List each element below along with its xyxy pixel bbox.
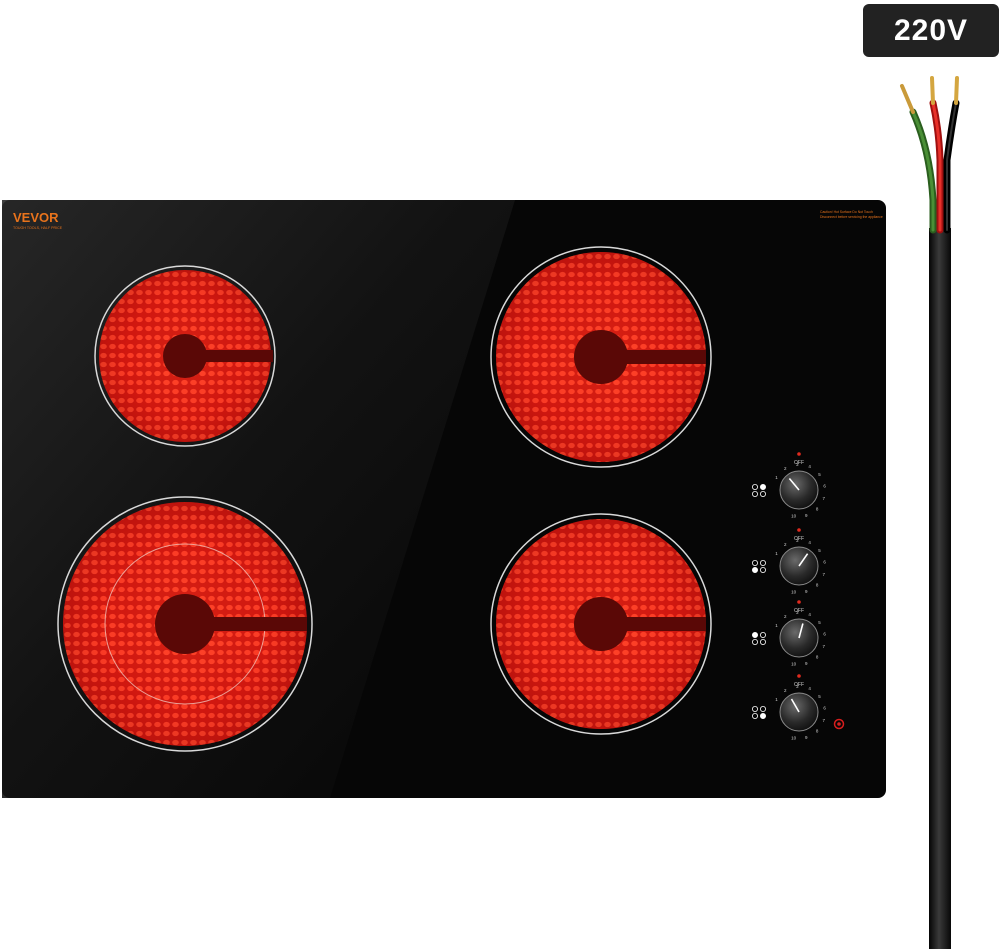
warning-text-line-2: Disconnect before servicing the applianc… [820,215,883,219]
knob-indicator-dot [797,674,801,678]
knob-tick-label: 10 [791,589,797,594]
warning-text-line-1: Caution! Hot Surface Do Not Touch [820,210,873,214]
knob-indicator-dot [797,600,801,604]
knob-tick-label: 10 [791,661,797,666]
cooktop-scene: VEVOR TOUGH TOOLS, HALF PRICE Caution! H… [2,76,960,949]
voltage-badge: 220V [863,4,999,57]
power-cable [900,76,960,949]
knob-indicator-dot [797,528,801,532]
knob-tick-label: 10 [791,735,797,740]
knob-tick-label: 10 [791,513,797,518]
brand-tagline: TOUGH TOOLS, HALF PRICE [13,226,63,230]
brand-logo: VEVOR [13,210,59,225]
knob-indicator-dot [797,452,801,456]
